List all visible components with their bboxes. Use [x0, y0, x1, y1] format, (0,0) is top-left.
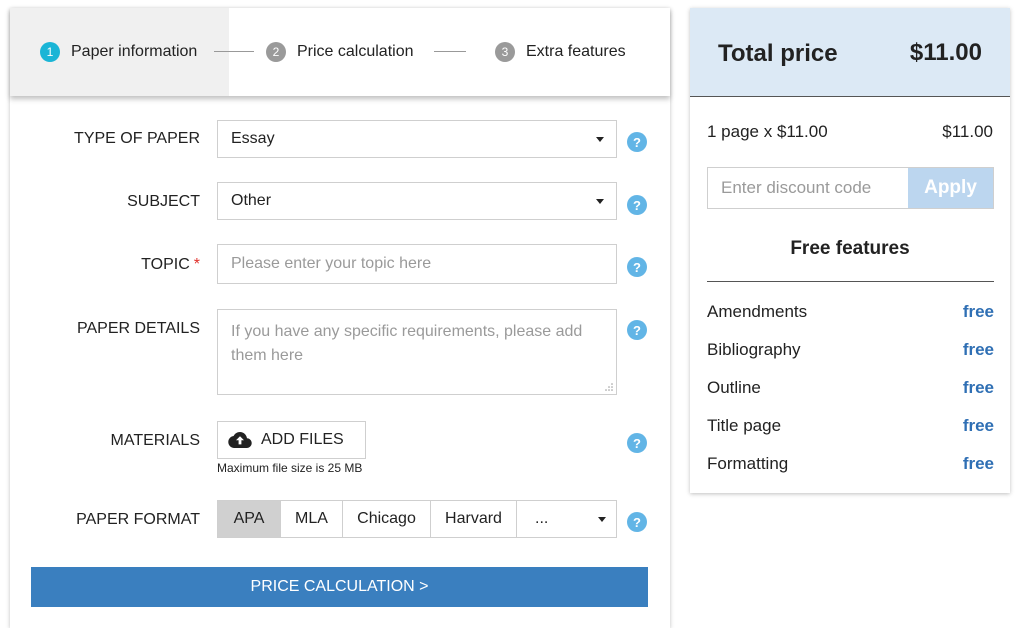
feature-row: Formatting free: [707, 454, 994, 474]
type-of-paper-value: Essay: [231, 130, 275, 147]
line-item-price: $11.00: [942, 122, 993, 141]
feature-name: Amendments: [707, 302, 808, 321]
subject-select[interactable]: Other: [217, 182, 617, 220]
step-label: Price calculation: [297, 43, 414, 60]
help-icon[interactable]: ?: [627, 433, 647, 453]
file-size-note: Maximum file size is 25 MB: [217, 461, 363, 475]
format-option-harvard[interactable]: Harvard: [431, 501, 517, 537]
step-extra-features[interactable]: 3 Extra features: [495, 8, 626, 96]
topic-placeholder: Please enter your topic here: [231, 255, 432, 272]
type-of-paper-select[interactable]: Essay: [217, 120, 617, 158]
price-calculation-button[interactable]: PRICE CALCULATION >: [31, 567, 648, 607]
format-option-chicago[interactable]: Chicago: [343, 501, 431, 537]
paper-format-label: PAPER FORMAT: [76, 511, 200, 528]
topic-label: TOPIC *: [141, 256, 200, 274]
price-summary-card: Total price $11.00 1 page x $11.00 $11.0…: [690, 8, 1010, 493]
chevron-down-icon: [598, 517, 606, 522]
feature-name: Outline: [707, 378, 761, 397]
format-more-label: ...: [535, 510, 549, 527]
feature-row: Title page free: [707, 416, 994, 436]
format-option-mla[interactable]: MLA: [281, 501, 343, 537]
paper-details-placeholder: If you have any specific requirements, p…: [231, 323, 583, 364]
paper-details-textarea[interactable]: If you have any specific requirements, p…: [217, 309, 617, 395]
total-price-value: $11.00: [909, 39, 982, 66]
help-icon[interactable]: ?: [627, 320, 647, 340]
chevron-down-icon: [596, 199, 604, 204]
line-item-description: 1 page x $11.00: [707, 122, 828, 141]
topic-input[interactable]: Please enter your topic here: [217, 244, 617, 284]
subject-value: Other: [231, 192, 272, 209]
type-of-paper-label: TYPE OF PAPER: [74, 130, 200, 147]
feature-value-link[interactable]: free: [963, 416, 994, 436]
feature-value-link[interactable]: free: [963, 340, 994, 360]
step-paper-information[interactable]: 1 Paper information: [40, 8, 197, 96]
feature-row: Amendments free: [707, 302, 994, 322]
step-price-calculation[interactable]: 2 Price calculation: [266, 8, 414, 96]
step-number: 3: [495, 42, 515, 62]
paper-details-label: PAPER DETAILS: [77, 320, 200, 337]
feature-value-link[interactable]: free: [963, 454, 994, 474]
step-number: 2: [266, 42, 286, 62]
cloud-upload-icon: [228, 432, 252, 448]
resize-handle-icon[interactable]: [605, 383, 613, 391]
discount-code-input[interactable]: Enter discount code: [708, 168, 908, 208]
step-connector: [214, 51, 254, 52]
step-progress: 1 Paper information 2 Price calculation …: [10, 8, 670, 96]
chevron-down-icon: [596, 137, 604, 142]
add-files-button[interactable]: ADD FILES: [217, 421, 366, 459]
apply-discount-button[interactable]: Apply: [908, 168, 993, 208]
feature-row: Bibliography free: [707, 340, 994, 360]
step-number: 1: [40, 42, 60, 62]
total-price-header: Total price $11.00: [690, 8, 1010, 97]
feature-name: Title page: [707, 416, 782, 435]
feature-row: Outline free: [707, 378, 994, 398]
discount-placeholder: Enter discount code: [721, 178, 872, 197]
paper-format-group: APA MLA Chicago Harvard ...: [217, 500, 617, 538]
format-option-apa[interactable]: APA: [218, 501, 281, 537]
feature-value-link[interactable]: free: [963, 378, 994, 398]
divider: [707, 281, 994, 282]
feature-name: Formatting: [707, 454, 789, 473]
help-icon[interactable]: ?: [627, 195, 647, 215]
help-icon[interactable]: ?: [627, 132, 647, 152]
help-icon[interactable]: ?: [627, 512, 647, 532]
required-mark: *: [193, 256, 200, 273]
feature-name: Bibliography: [707, 340, 801, 359]
subject-label: SUBJECT: [127, 193, 200, 210]
step-label: Extra features: [526, 43, 626, 60]
add-files-label: ADD FILES: [261, 431, 344, 448]
topic-label-text: TOPIC: [141, 256, 190, 273]
order-form-card: 1 Paper information 2 Price calculation …: [10, 8, 670, 628]
step-label: Paper information: [71, 43, 198, 60]
free-features-title: Free features: [790, 238, 910, 259]
materials-label: MATERIALS: [110, 432, 201, 449]
help-icon[interactable]: ?: [627, 257, 647, 277]
step-connector: [434, 51, 466, 52]
format-more-select[interactable]: ...: [517, 501, 616, 537]
discount-form: Enter discount code Apply: [707, 167, 994, 209]
feature-value-link[interactable]: free: [963, 302, 994, 322]
total-price-title: Total price: [718, 40, 838, 67]
